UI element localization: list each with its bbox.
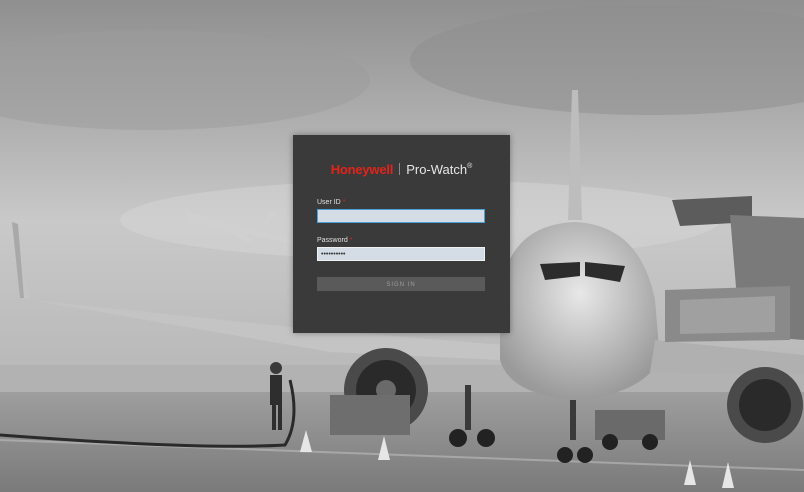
password-input[interactable] [317, 247, 485, 261]
brand-logo: Honeywell Pro-Watch® [293, 159, 510, 178]
password-required-mark: * [349, 237, 353, 244]
registered-mark: ® [467, 163, 473, 170]
password-label: Password * [317, 237, 352, 244]
login-page: HoneywellPro-Watch® User ID* Password* S… [0, 0, 804, 492]
user-id-input[interactable] [317, 209, 485, 223]
honeywell-logo: Honeywell [330, 162, 394, 177]
sign-in-button[interactable]: SIGN IN [317, 277, 485, 291]
user-id-label: User ID * [317, 199, 345, 206]
password-label-text: Password [317, 237, 348, 244]
brand-divider [399, 163, 401, 175]
user-id-label-text: User ID [317, 199, 341, 206]
user-id-required-mark: * [342, 199, 346, 206]
product-name: Pro-Watch [406, 162, 468, 177]
login-panel: HoneywellPro-Watch® User ID* Password* S… [293, 135, 510, 333]
